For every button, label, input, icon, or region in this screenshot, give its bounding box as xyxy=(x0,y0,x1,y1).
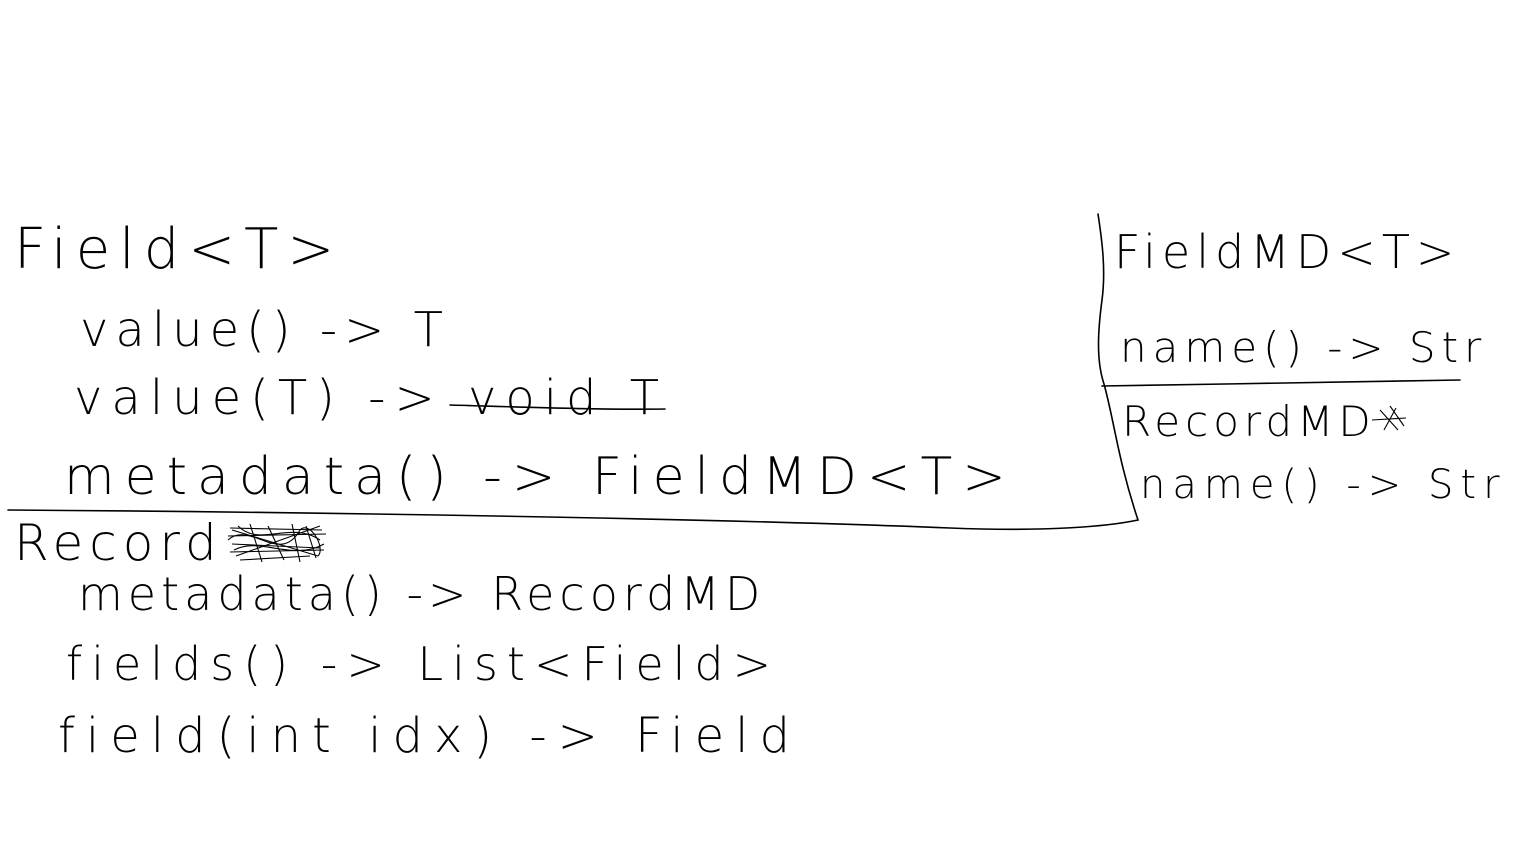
record-md-method-name: name() -> Str xyxy=(1140,462,1507,508)
field-md-title: FieldMD<T> xyxy=(1114,225,1460,279)
field-class: Field<T> value() -> T value(T) -> void T… xyxy=(14,217,1016,507)
record-method-fields: fields() -> List<Field> xyxy=(66,637,780,691)
metadata-divider-line xyxy=(1101,379,1461,387)
field-method-metadata: metadata() -> FieldMD<T> xyxy=(64,447,1016,507)
record-md-crossed-mark xyxy=(1371,405,1407,431)
field-md-method-name: name() -> Str xyxy=(1120,323,1487,372)
scribbled-out-text xyxy=(227,523,327,563)
metadata-panel: FieldMD<T> name() -> Str RecordMD name()… xyxy=(1097,213,1507,521)
record-class: Record metadata() -> RecordMD fields() -… xyxy=(14,514,801,764)
field-class-title: Field<T> xyxy=(14,217,343,282)
whiteboard-canvas: Field<T> value() -> T value(T) -> void T… xyxy=(7,213,1507,764)
field-method-value-getter: value() -> T xyxy=(80,302,450,358)
field-method-value-setter: value(T) -> void T xyxy=(74,370,668,426)
record-method-metadata: metadata() -> RecordMD xyxy=(78,567,765,621)
record-class-title: Record xyxy=(14,514,223,572)
record-method-field-by-index: field(int idx) -> Field xyxy=(58,708,801,764)
record-md-title: RecordMD xyxy=(1122,397,1376,446)
